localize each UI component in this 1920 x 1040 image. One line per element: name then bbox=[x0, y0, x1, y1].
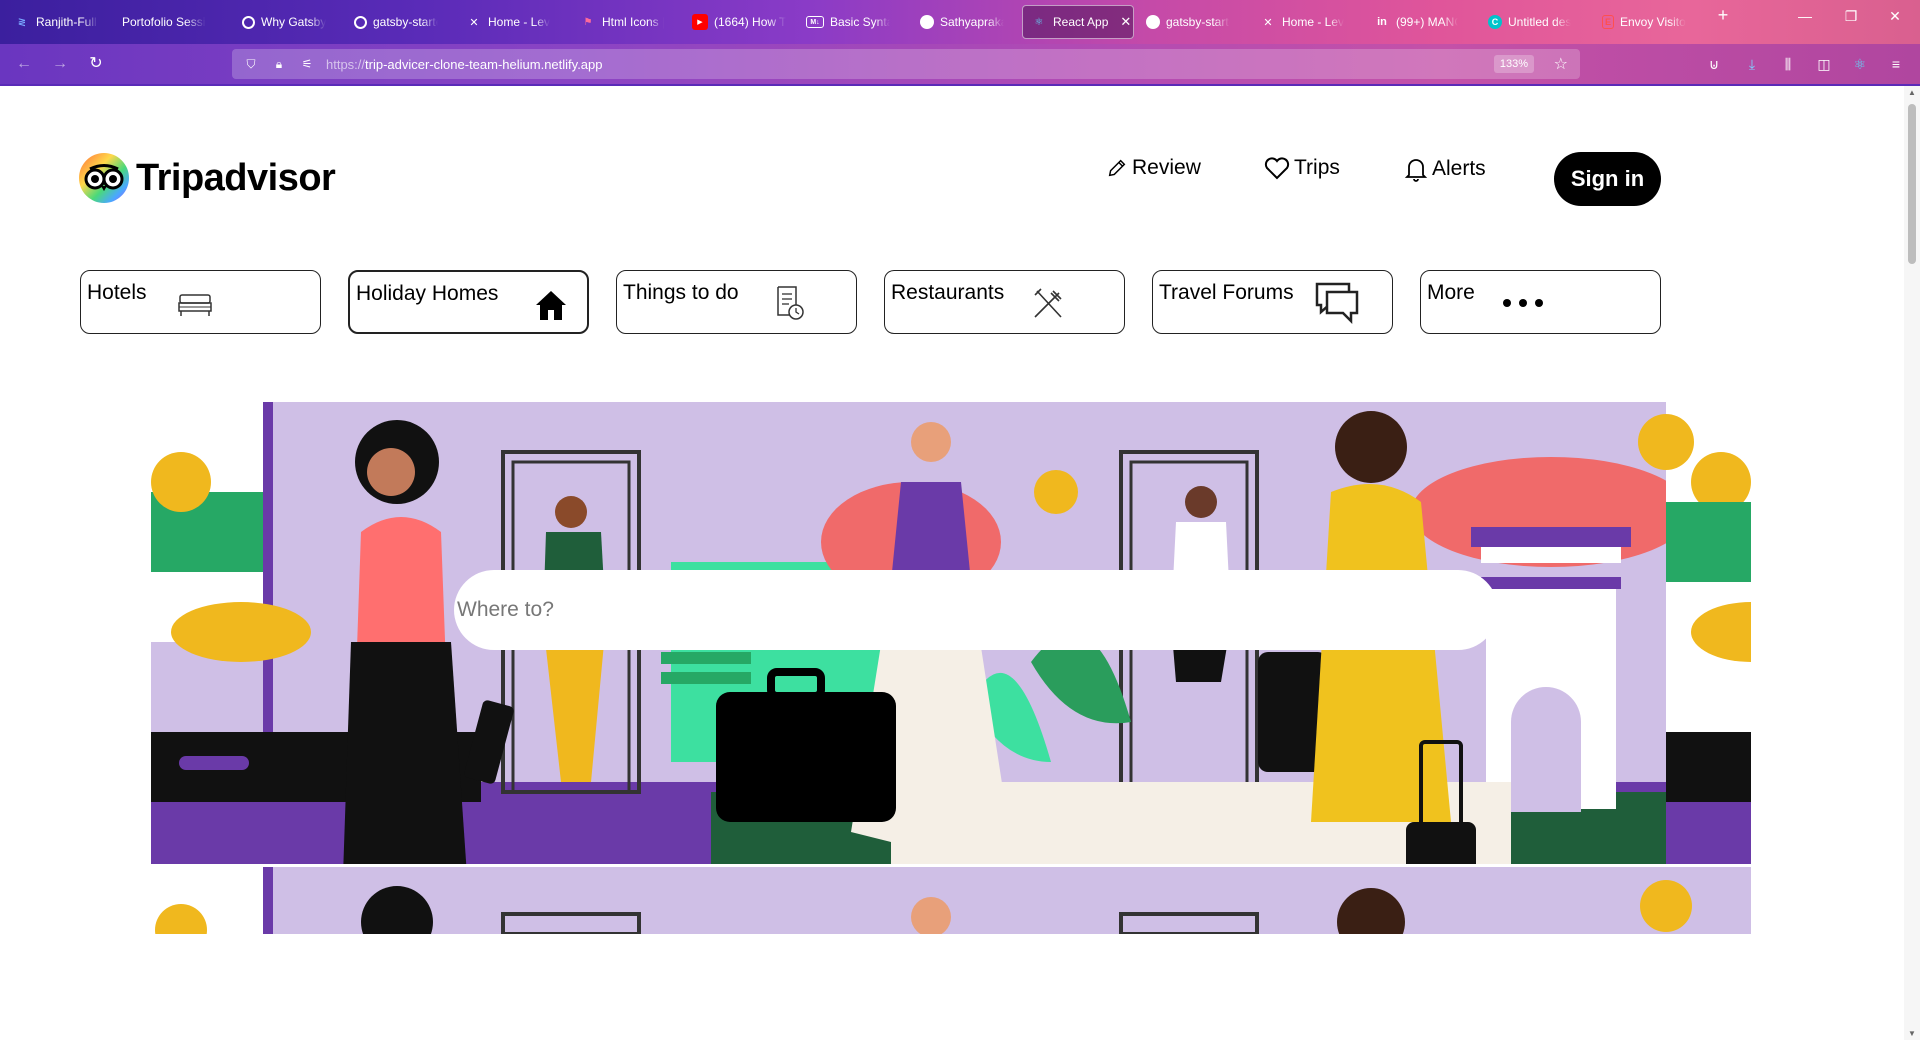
category-label: Things to do bbox=[623, 281, 739, 304]
close-window-icon[interactable]: ✕ bbox=[1880, 8, 1910, 25]
chat-icon bbox=[1315, 282, 1359, 325]
browser-tab[interactable]: Sathyaprakas bbox=[912, 5, 1012, 39]
trips-label: Trips bbox=[1294, 156, 1340, 179]
gatsby-icon bbox=[242, 15, 255, 29]
bed-icon bbox=[178, 294, 212, 316]
react-icon: ⚛ bbox=[1034, 16, 1044, 28]
url-prefix: https:// bbox=[326, 56, 366, 72]
category-holiday-homes[interactable]: Holiday Homes bbox=[348, 270, 589, 334]
page: Tripadvisor Review Trips Alerts Sign in … bbox=[0, 86, 1904, 1040]
level-icon: ✕ bbox=[1263, 16, 1273, 29]
hero-illustration bbox=[151, 402, 1751, 934]
category-label: More bbox=[1427, 281, 1475, 304]
level-icon: ✕ bbox=[469, 16, 479, 29]
owl-logo-icon bbox=[79, 153, 129, 203]
browser-tab[interactable]: C Untitled des bbox=[1480, 5, 1580, 39]
react-devtools-icon[interactable]: ⚛ bbox=[1850, 54, 1870, 74]
back-icon[interactable]: ← bbox=[12, 54, 36, 74]
tab-label: React App bbox=[1053, 15, 1109, 29]
browser-tab[interactable]: gatsby-starte bbox=[346, 5, 446, 39]
category-label: Restaurants bbox=[891, 281, 1005, 304]
zoom-badge[interactable]: 133% bbox=[1493, 55, 1534, 73]
minimize-icon[interactable]: — bbox=[1790, 8, 1820, 24]
download-icon[interactable]: ⤓ bbox=[1742, 54, 1762, 74]
logo-text: Tripadvisor bbox=[136, 156, 336, 199]
hero-travelers-image bbox=[151, 402, 1751, 934]
new-tab-icon[interactable]: + bbox=[1708, 5, 1738, 26]
url-bar[interactable]: ⛉ 🔒︎ ⚟ https:// trip-advicer-clone-team-… bbox=[232, 49, 1580, 79]
reload-icon[interactable]: ↻ bbox=[84, 54, 108, 74]
browser-nav-bar: ← → ↻ ⛉ 🔒︎ ⚟ https:// trip-advicer-clone… bbox=[0, 44, 1920, 84]
sidebar-icon[interactable]: ◫ bbox=[1814, 54, 1834, 74]
browser-tab[interactable]: in (99+) MANO bbox=[1366, 5, 1466, 39]
scroll-down-icon[interactable]: ▼ bbox=[1908, 1029, 1916, 1038]
category-label: Hotels bbox=[87, 281, 147, 304]
browser-tab[interactable]: Portofolio Session bbox=[114, 5, 214, 39]
lock-icon: 🔒︎ bbox=[275, 56, 283, 71]
review-label: Review bbox=[1132, 156, 1201, 179]
bookmark-star-icon[interactable]: ☆ bbox=[1554, 54, 1568, 74]
forward-icon[interactable]: → bbox=[48, 54, 72, 74]
trips-link[interactable]: Trips bbox=[1264, 156, 1340, 180]
browser-tab[interactable]: gatsby-starte bbox=[1138, 5, 1238, 39]
tripadvisor-logo[interactable]: Tripadvisor bbox=[78, 152, 336, 204]
category-hotels[interactable]: Hotels bbox=[80, 270, 321, 334]
sign-in-button[interactable]: Sign in bbox=[1554, 152, 1661, 206]
envoy-icon: E bbox=[1602, 15, 1614, 29]
github-icon bbox=[920, 15, 934, 29]
code-icon: ≷ bbox=[17, 16, 27, 28]
flag-icon: ⚑ bbox=[583, 16, 593, 28]
browser-tab[interactable]: ▶ (1664) How T bbox=[684, 5, 794, 39]
category-things-to-do[interactable]: Things to do bbox=[616, 270, 857, 334]
permissions-icon: ⚟ bbox=[301, 57, 313, 71]
pencil-icon bbox=[1108, 159, 1126, 177]
url-text: trip-advicer-clone-team-helium.netlify.a… bbox=[365, 56, 603, 72]
browser-tab[interactable]: E Envoy Visitor bbox=[1594, 5, 1694, 39]
gatsby-icon bbox=[354, 15, 367, 29]
utensils-icon bbox=[1034, 288, 1062, 318]
github-icon bbox=[1146, 15, 1160, 29]
browser-tab[interactable]: ≷Ranjith-Full S bbox=[6, 5, 106, 39]
category-restaurants[interactable]: Restaurants bbox=[884, 270, 1125, 334]
alerts-link[interactable]: Alerts bbox=[1404, 156, 1486, 182]
page-scrollbar[interactable]: ▲ ▼ bbox=[1904, 86, 1920, 1040]
youtube-icon: ▶ bbox=[692, 14, 708, 30]
category-label: Travel Forums bbox=[1159, 281, 1294, 304]
linkedin-icon: in bbox=[1377, 16, 1387, 28]
browser-tab[interactable]: Why Gatsby's bbox=[234, 5, 334, 39]
shield-icon: ⛉ bbox=[246, 56, 256, 71]
browser-tab[interactable]: M↓Basic Syntax bbox=[798, 5, 898, 39]
browser-tab-active[interactable]: ⚛ React App ✕ bbox=[1022, 5, 1134, 39]
library-icon[interactable]: ⫼ bbox=[1778, 54, 1798, 74]
browser-tab[interactable]: ⚑ Html Icons | bbox=[572, 5, 672, 39]
scroll-up-icon[interactable]: ▲ bbox=[1908, 88, 1916, 97]
pocket-icon[interactable]: ⊍ bbox=[1704, 54, 1724, 74]
house-icon bbox=[536, 291, 566, 320]
restore-icon[interactable]: ❐ bbox=[1836, 8, 1866, 25]
browser-tab-bar: ≷Ranjith-Full S Portofolio Session Why G… bbox=[0, 0, 1920, 44]
ticket-icon bbox=[777, 286, 804, 320]
canva-icon: C bbox=[1488, 15, 1502, 29]
heart-icon bbox=[1264, 157, 1290, 180]
dots-icon bbox=[1503, 299, 1543, 307]
markdown-icon: M↓ bbox=[806, 16, 824, 28]
menu-icon[interactable]: ≡ bbox=[1886, 54, 1906, 74]
browser-tab[interactable]: ✕Home - Level bbox=[458, 5, 558, 39]
bell-icon bbox=[1404, 159, 1428, 182]
review-link[interactable]: Review bbox=[1106, 156, 1201, 180]
close-icon[interactable]: ✕ bbox=[1120, 14, 1131, 30]
category-travel-forums[interactable]: Travel Forums bbox=[1152, 270, 1393, 334]
alerts-label: Alerts bbox=[1432, 157, 1486, 180]
search-input[interactable] bbox=[454, 570, 1498, 650]
browser-tab[interactable]: ✕Home - Level bbox=[1252, 5, 1352, 39]
scroll-thumb[interactable] bbox=[1908, 104, 1916, 264]
category-label: Holiday Homes bbox=[356, 282, 499, 305]
category-more[interactable]: More bbox=[1420, 270, 1661, 334]
